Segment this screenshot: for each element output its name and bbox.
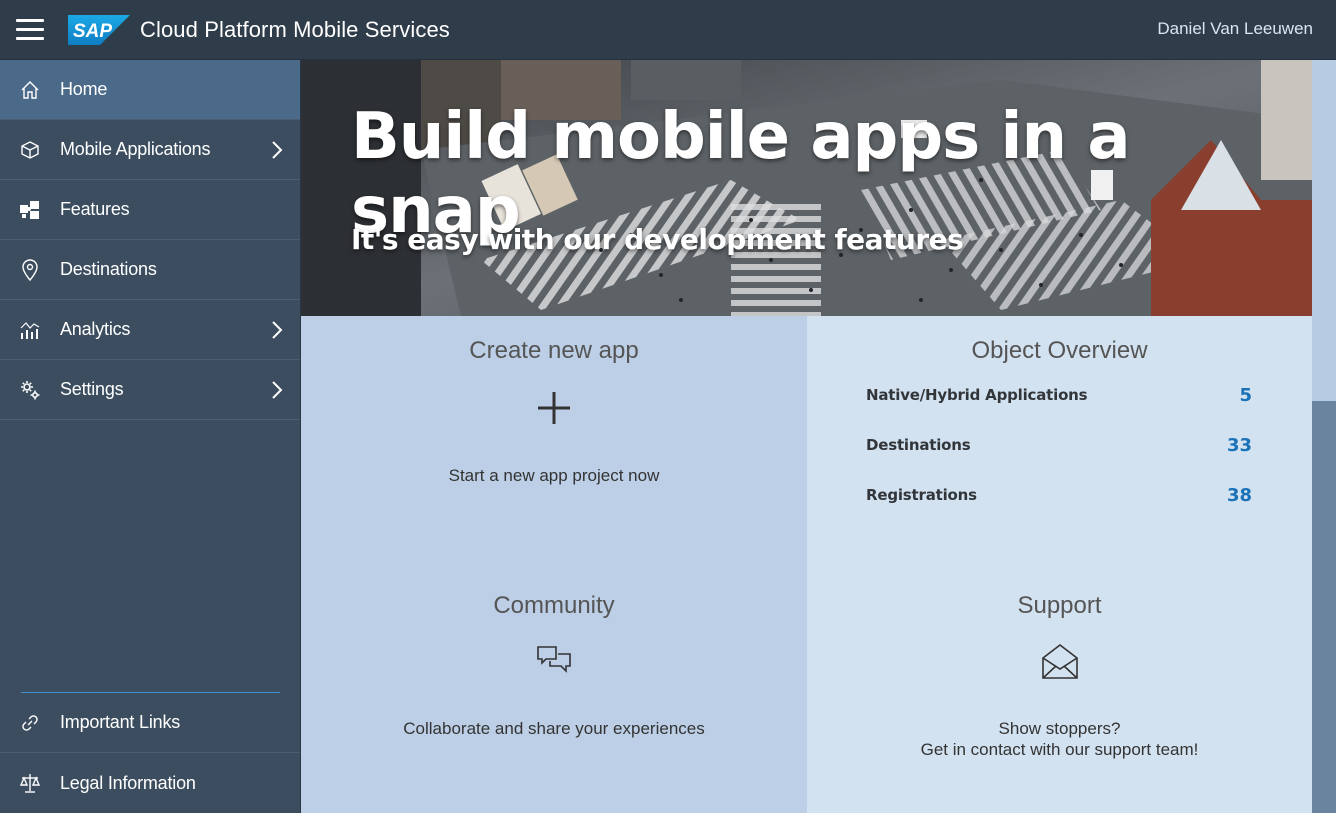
overview-count[interactable]: 33 xyxy=(1227,435,1252,456)
overview-count[interactable]: 5 xyxy=(1239,385,1252,406)
location-pin-icon xyxy=(0,240,60,300)
plus-icon xyxy=(538,392,570,424)
create-new-app-tile[interactable]: Create new app Start a new app project n… xyxy=(301,316,807,570)
sidebar-footer: Important Links Legal Information xyxy=(0,692,300,813)
sidebar-item-label: Features xyxy=(60,199,130,219)
side-navigation: Home Mobile Applications Features Destin… xyxy=(0,60,301,813)
overview-row-destinations[interactable]: Destinations 33 xyxy=(866,433,1252,457)
sidebar-item-label: Settings xyxy=(60,379,124,399)
sidebar-item-analytics[interactable]: Analytics xyxy=(0,300,300,360)
object-overview-tile: Object Overview Native/Hybrid Applicatio… xyxy=(807,316,1312,570)
hero-banner: Build mobile apps in a snap It's easy wi… xyxy=(301,60,1312,316)
overview-count[interactable]: 38 xyxy=(1227,485,1252,506)
svg-text:SAP: SAP xyxy=(73,21,112,42)
overview-label: Registrations xyxy=(866,486,977,504)
community-tile[interactable]: Community Collaborate and share your exp… xyxy=(301,570,807,813)
overview-label: Destinations xyxy=(866,436,971,454)
tile-description-line: Get in contact with our support team! xyxy=(920,740,1199,759)
tile-title: Support xyxy=(1017,592,1102,619)
sidebar-item-mobile-applications[interactable]: Mobile Applications xyxy=(0,120,300,180)
sidebar-item-features[interactable]: Features xyxy=(0,180,300,240)
shell-bar: SAP Cloud Platform Mobile Services Danie… xyxy=(0,0,1336,60)
tile-title: Create new app xyxy=(469,337,639,364)
chevron-right-icon xyxy=(272,321,283,339)
support-tile[interactable]: Support Show stoppers? Get in contact wi… xyxy=(807,570,1312,813)
sidebar-item-destinations[interactable]: Destinations xyxy=(0,240,300,300)
sidebar-item-label: Home xyxy=(60,79,108,99)
tile-description-line: Show stoppers? xyxy=(998,719,1121,738)
tile-description: Collaborate and share your experiences xyxy=(403,719,705,738)
tile-description: Show stoppers? Get in contact with our s… xyxy=(807,718,1312,760)
sap-logo[interactable]: SAP xyxy=(68,14,130,45)
sidebar-item-label: Destinations xyxy=(60,259,157,279)
sidebar-item-home[interactable]: Home xyxy=(0,60,300,120)
link-icon xyxy=(0,693,60,753)
user-name-button[interactable]: Daniel Van Leeuwen xyxy=(1157,19,1313,39)
home-icon xyxy=(0,60,60,120)
overview-label: Native/Hybrid Applications xyxy=(866,386,1088,404)
sidebar-item-important-links[interactable]: Important Links xyxy=(0,693,300,753)
tile-title: Community xyxy=(493,592,615,619)
sidebar-item-label: Important Links xyxy=(60,712,181,732)
gears-icon xyxy=(0,360,60,420)
sidebar-item-label: Analytics xyxy=(60,319,131,339)
envelope-icon xyxy=(1041,643,1078,679)
scrollbar-thumb[interactable] xyxy=(1312,401,1336,813)
chevron-right-icon xyxy=(272,381,283,399)
sidebar-item-legal-information[interactable]: Legal Information xyxy=(0,753,300,813)
overview-row-registrations[interactable]: Registrations 38 xyxy=(866,483,1252,507)
tile-description: Start a new app project now xyxy=(448,466,660,485)
analytics-icon xyxy=(0,300,60,360)
hamburger-menu-icon[interactable] xyxy=(0,0,60,60)
sidebar-item-settings[interactable]: Settings xyxy=(0,360,300,420)
app-title: Cloud Platform Mobile Services xyxy=(140,16,450,42)
tile-title: Object Overview xyxy=(971,337,1148,364)
scales-icon xyxy=(0,753,60,813)
hero-subtitle: It's easy with our development features xyxy=(351,223,964,256)
discussion-icon xyxy=(537,646,571,673)
chevron-right-icon xyxy=(272,141,283,159)
overview-row-native-hybrid-applications[interactable]: Native/Hybrid Applications 5 xyxy=(866,383,1252,407)
cube-icon xyxy=(0,120,60,180)
puzzle-icon xyxy=(0,180,60,240)
sidebar-item-label: Mobile Applications xyxy=(60,139,211,159)
sidebar-item-label: Legal Information xyxy=(60,772,196,793)
